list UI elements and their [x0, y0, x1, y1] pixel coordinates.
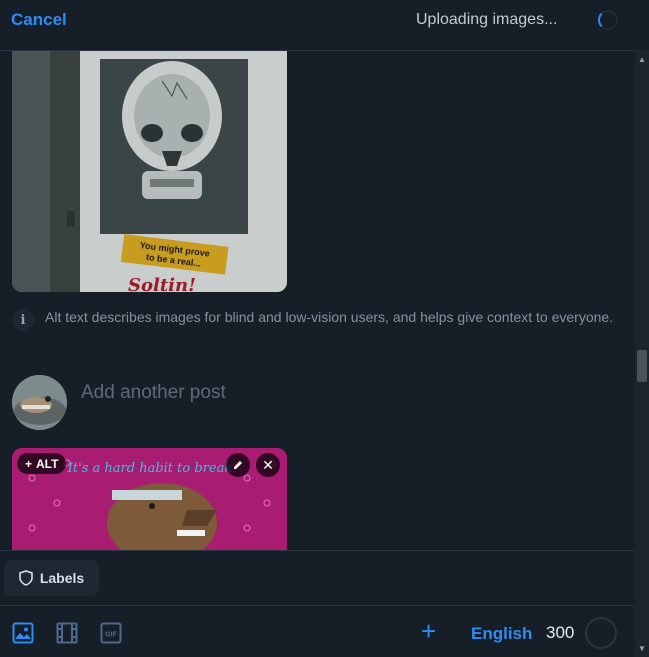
add-alt-text-button[interactable]: + ALT [17, 453, 67, 474]
scroll-down-arrow-icon[interactable]: ▼ [635, 641, 649, 655]
scrollbar[interactable]: ▲ ▼ [635, 50, 649, 657]
alt-text-description: Alt text describes images for blind and … [45, 309, 614, 325]
scroll-up-arrow-icon[interactable]: ▲ [635, 52, 649, 66]
composer-header: Cancel Uploading images... [0, 0, 635, 51]
spinner-icon [598, 10, 618, 30]
language-selector[interactable]: English [471, 624, 532, 644]
pencil-icon [234, 461, 242, 469]
cancel-button[interactable]: Cancel [11, 10, 67, 30]
add-another-post-input[interactable]: Add another post [81, 382, 226, 404]
plus-icon: + [25, 456, 33, 471]
svg-text:GIF: GIF [105, 632, 117, 639]
image-caption-line-3: Soltin! [128, 275, 196, 292]
info-icon: i [12, 309, 34, 331]
scrollbar-thumb[interactable] [637, 350, 647, 382]
character-count: 300 [546, 623, 575, 642]
image-icon[interactable] [12, 622, 34, 644]
character-count-ring [585, 617, 617, 649]
alt-badge-label: ALT [36, 456, 59, 471]
shield-icon [19, 570, 33, 586]
video-icon[interactable] [56, 622, 78, 644]
add-icon[interactable]: + [421, 618, 436, 644]
attached-image-skull-xray[interactable]: You might prove to be a real... Soltin! [12, 51, 287, 292]
labels-button-label: Labels [39, 570, 85, 586]
composer-content: You might prove to be a real... Soltin! … [0, 51, 635, 550]
image2-caption: It's a hard habit to break [67, 461, 233, 476]
remove-image-button[interactable]: ✕ [256, 453, 280, 477]
gif-icon[interactable]: GIF [100, 622, 122, 644]
composer-toolbar: GIF [0, 607, 635, 657]
labels-bar: Labels [0, 550, 635, 606]
close-icon: ✕ [262, 456, 274, 473]
avatar [12, 375, 67, 430]
edit-image-button[interactable] [226, 453, 250, 477]
upload-status-text: Uploading images... [416, 11, 558, 28]
labels-button[interactable]: Labels [4, 560, 99, 596]
